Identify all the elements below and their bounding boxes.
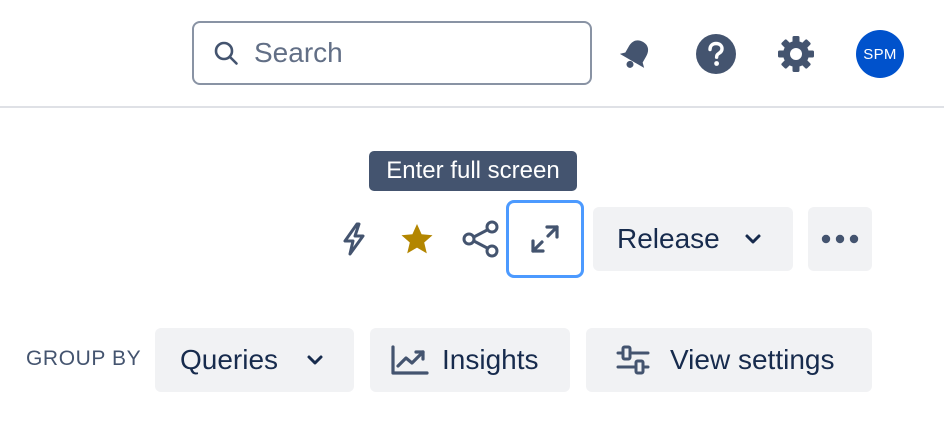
star-icon (401, 224, 433, 254)
search-field[interactable] (192, 21, 592, 85)
search-input[interactable] (254, 37, 574, 69)
avatar[interactable]: SPM (856, 30, 904, 78)
help-icon[interactable] (692, 30, 740, 78)
more-horizontal-icon (821, 234, 859, 244)
view-settings-button[interactable]: View settings (586, 328, 872, 392)
chart-trend-icon (391, 345, 429, 375)
share-icon (462, 220, 499, 258)
insights-label: Insights (442, 344, 539, 375)
insights-button[interactable]: Insights (370, 328, 570, 392)
release-label: Release (617, 223, 720, 254)
fullscreen-button[interactable] (506, 200, 584, 278)
tooltip-text: Enter full screen (386, 157, 560, 184)
gear-icon[interactable] (772, 30, 820, 78)
queries-label: Queries (180, 344, 279, 375)
search-icon (212, 39, 240, 67)
top-navigation-bar: SPM (0, 0, 944, 108)
bell-icon[interactable] (612, 30, 660, 78)
chevron-down-icon (307, 355, 323, 365)
more-actions-button[interactable] (808, 207, 872, 271)
sliders-icon (616, 345, 650, 375)
group-by-label: GROUP BY (26, 347, 142, 370)
expand-icon (531, 225, 559, 253)
lightning-bolt-icon (343, 222, 365, 256)
avatar-initials: SPM (863, 45, 897, 63)
queries-dropdown[interactable]: Queries (155, 328, 354, 392)
chevron-down-icon (745, 234, 761, 244)
release-dropdown[interactable]: Release (593, 207, 793, 271)
star-button[interactable] (397, 219, 437, 259)
fullscreen-tooltip: Enter full screen (369, 151, 577, 191)
view-settings-label: View settings (670, 344, 835, 375)
share-button[interactable] (460, 218, 502, 260)
automation-button[interactable] (334, 219, 374, 259)
